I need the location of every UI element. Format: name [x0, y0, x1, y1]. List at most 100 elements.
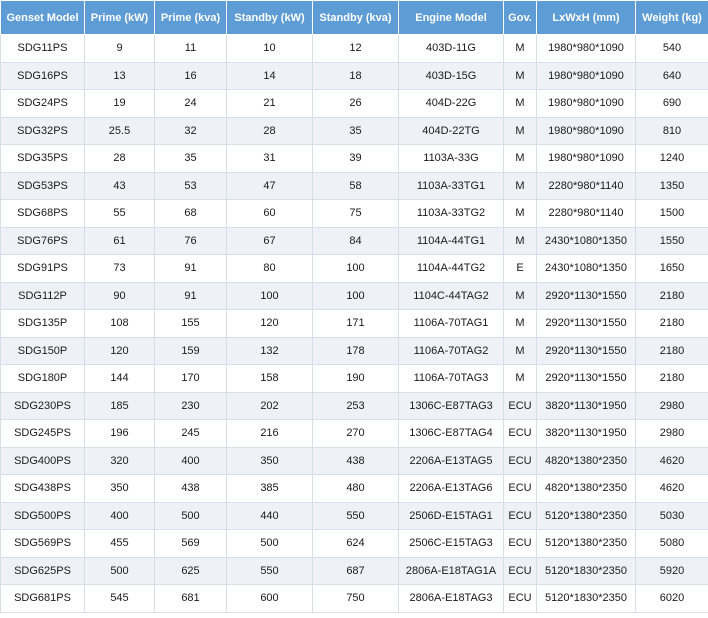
- column-header: Standby (kva): [312, 0, 399, 35]
- table-cell: 385: [226, 474, 313, 503]
- table-cell: 2280*980*1140: [536, 199, 636, 228]
- table-cell: 245: [154, 419, 227, 448]
- table-cell: M: [503, 61, 537, 90]
- table-cell: 31: [226, 144, 313, 173]
- table-cell: 178: [312, 336, 399, 365]
- table-cell: 403D-11G: [398, 34, 504, 63]
- table-row: SDG68PS 55 68 60 75 1103A-33TG2 M 2280*980*1140…: [0, 199, 708, 228]
- table-cell: 60: [226, 199, 313, 228]
- table-cell: 158: [226, 364, 313, 393]
- table-cell: 2206A-E13TAG6: [398, 474, 504, 503]
- table-cell: 2280*980*1140: [536, 171, 636, 200]
- table-cell: 6020: [635, 584, 708, 613]
- table-row: SDG16PS 13 16 14 18 403D-15G M 1980*980*1090 640: [0, 61, 708, 90]
- table-cell: 155: [154, 309, 227, 338]
- table-row: SDG500PS 400 500 440 550 2506D-E15TAG1 ECU 5120…: [0, 501, 708, 530]
- table-cell: 190: [312, 364, 399, 393]
- table-cell: ECU: [503, 391, 537, 420]
- table-row: SDG32PS 25.5 32 28 35 404D-22TG M 1980*980*1090…: [0, 116, 708, 145]
- table-cell: 404D-22G: [398, 89, 504, 118]
- table-cell: M: [503, 144, 537, 173]
- table-cell: 500: [226, 529, 313, 558]
- table-cell: 3820*1130*1950: [536, 391, 636, 420]
- table-cell: 550: [312, 501, 399, 530]
- table-cell: 132: [226, 336, 313, 365]
- table-cell: SDG16PS: [0, 61, 85, 90]
- table-cell: 2920*1130*1550: [536, 309, 636, 338]
- table-cell: 2506D-E15TAG1: [398, 501, 504, 530]
- table-row: SDG91PS 73 91 80 100 1104A-44TG2 E 2430*1080*13…: [0, 254, 708, 283]
- table-cell: 2920*1130*1550: [536, 364, 636, 393]
- table-cell: 55: [84, 199, 155, 228]
- table-cell: 550: [226, 556, 313, 585]
- table-cell: 10: [226, 34, 313, 63]
- table-cell: 253: [312, 391, 399, 420]
- table-cell: 5120*1380*2350: [536, 501, 636, 530]
- table-row: SDG230PS 185 230 202 253 1306C-E87TAG3 ECU 3820…: [0, 391, 708, 420]
- table-cell: 32: [154, 116, 227, 145]
- table-cell: ECU: [503, 501, 537, 530]
- table-cell: SDG245PS: [0, 419, 85, 448]
- table-cell: M: [503, 281, 537, 310]
- table-cell: 108: [84, 309, 155, 338]
- table-cell: SDG68PS: [0, 199, 85, 228]
- table-cell: 53: [154, 171, 227, 200]
- table-cell: 438: [312, 446, 399, 475]
- table-cell: 202: [226, 391, 313, 420]
- table-cell: 2806A-E18TAG1A: [398, 556, 504, 585]
- table-cell: 624: [312, 529, 399, 558]
- table-cell: 480: [312, 474, 399, 503]
- table-cell: SDG400PS: [0, 446, 85, 475]
- table-cell: 640: [635, 61, 708, 90]
- table-cell: 120: [84, 336, 155, 365]
- table-row: SDG180P 144 170 158 190 1106A-70TAG3 M 2920*113…: [0, 364, 708, 393]
- table-cell: 1980*980*1090: [536, 144, 636, 173]
- table-cell: 144: [84, 364, 155, 393]
- table-cell: 12: [312, 34, 399, 63]
- table-cell: 230: [154, 391, 227, 420]
- table-cell: 25.5: [84, 116, 155, 145]
- table-cell: 14: [226, 61, 313, 90]
- table-cell: 569: [154, 529, 227, 558]
- table-cell: 1306C-E87TAG3: [398, 391, 504, 420]
- table-cell: 100: [312, 254, 399, 283]
- table-cell: 58: [312, 171, 399, 200]
- table-cell: M: [503, 309, 537, 338]
- genset-spec-table: Genset Model Prime (kW) Prime (kva) Standby…: [0, 0, 708, 613]
- table-cell: ECU: [503, 584, 537, 613]
- table-cell: 1106A-70TAG1: [398, 309, 504, 338]
- table-cell: ECU: [503, 419, 537, 448]
- table-cell: SDG24PS: [0, 89, 85, 118]
- table-cell: 5080: [635, 529, 708, 558]
- table-cell: 120: [226, 309, 313, 338]
- table-cell: 625: [154, 556, 227, 585]
- table-cell: SDG569PS: [0, 529, 85, 558]
- table-body: SDG11PS 9 11 10 12 403D-11G M 1980*980*1090 540 S…: [0, 34, 708, 613]
- table-row: SDG53PS 43 53 47 58 1103A-33TG1 M 2280*980*1140…: [0, 171, 708, 200]
- table-cell: ECU: [503, 474, 537, 503]
- column-header: LxWxH (mm): [536, 0, 636, 35]
- column-header: Engine Model: [398, 0, 504, 35]
- table-cell: 540: [635, 34, 708, 63]
- table-cell: 9: [84, 34, 155, 63]
- table-cell: 350: [226, 446, 313, 475]
- table-cell: 91: [154, 254, 227, 283]
- table-cell: SDG91PS: [0, 254, 85, 283]
- table-cell: 19: [84, 89, 155, 118]
- table-cell: 500: [154, 501, 227, 530]
- table-cell: SDG150P: [0, 336, 85, 365]
- table-cell: SDG625PS: [0, 556, 85, 585]
- table-row: SDG11PS 9 11 10 12 403D-11G M 1980*980*1090 540: [0, 34, 708, 63]
- table-cell: 400: [154, 446, 227, 475]
- table-row: SDG400PS 320 400 350 438 2206A-E13TAG5 ECU 4820…: [0, 446, 708, 475]
- table-cell: 1980*980*1090: [536, 34, 636, 63]
- table-cell: 91: [154, 281, 227, 310]
- table-cell: SDG76PS: [0, 226, 85, 255]
- column-header: Gov.: [503, 0, 537, 35]
- table-cell: SDG681PS: [0, 584, 85, 613]
- table-cell: ECU: [503, 446, 537, 475]
- table-cell: 43: [84, 171, 155, 200]
- table-cell: ECU: [503, 529, 537, 558]
- table-row: SDG112P 90 91 100 100 1104C-44TAG2 M 2920*1130*…: [0, 281, 708, 310]
- table-cell: 2430*1080*1350: [536, 226, 636, 255]
